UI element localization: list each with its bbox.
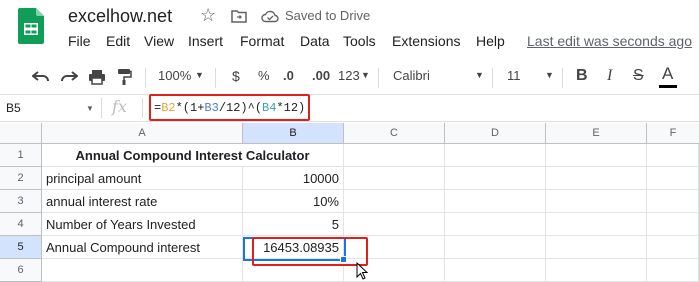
cell-e2[interactable] bbox=[546, 167, 647, 190]
formula-divider bbox=[142, 98, 143, 118]
column-header-a[interactable]: A bbox=[42, 123, 243, 144]
move-folder-icon[interactable] bbox=[231, 9, 247, 23]
font-select[interactable]: Calibri bbox=[393, 68, 430, 83]
cell-a4[interactable]: Number of Years Invested bbox=[42, 213, 243, 236]
result-highlight-box bbox=[252, 237, 368, 266]
cell-f1[interactable] bbox=[647, 144, 699, 167]
font-size-select[interactable]: 11 bbox=[507, 68, 521, 83]
more-formats-button[interactable]: 123 bbox=[338, 68, 360, 83]
formula-highlight-box bbox=[149, 94, 310, 121]
cell-b2[interactable]: 10000 bbox=[243, 167, 344, 190]
italic-button[interactable]: I bbox=[607, 67, 612, 85]
cell-b3[interactable]: 10% bbox=[243, 190, 344, 213]
cell-c2[interactable] bbox=[344, 167, 445, 190]
cell-d5[interactable] bbox=[445, 236, 546, 259]
cell-d3[interactable] bbox=[445, 190, 546, 213]
cell-f4[interactable] bbox=[647, 213, 699, 236]
formula-bar bbox=[0, 94, 699, 122]
row-header-6[interactable]: 6 bbox=[0, 259, 42, 282]
column-header-c[interactable]: C bbox=[344, 123, 445, 144]
mouse-cursor-icon bbox=[356, 262, 369, 280]
document-title[interactable]: excelhow.net bbox=[68, 6, 172, 27]
cell-c3[interactable] bbox=[344, 190, 445, 213]
column-header-e[interactable]: E bbox=[546, 123, 647, 144]
row-header-5[interactable]: 5 bbox=[0, 236, 42, 259]
currency-format-button[interactable]: $ bbox=[232, 68, 240, 84]
increase-decimal-button[interactable]: .00 bbox=[312, 68, 330, 83]
cell-e6[interactable] bbox=[546, 259, 647, 282]
menu-help[interactable]: Help bbox=[476, 33, 505, 49]
row-header-4[interactable]: 4 bbox=[0, 213, 42, 236]
decrease-decimal-button[interactable]: .0 bbox=[283, 68, 294, 83]
strikethrough-button[interactable]: S bbox=[633, 67, 644, 85]
text-color-button[interactable]: A bbox=[662, 64, 673, 84]
cell-d1[interactable] bbox=[445, 144, 546, 167]
menu-extensions[interactable]: Extensions bbox=[392, 33, 460, 49]
menu-format[interactable]: Format bbox=[240, 33, 284, 49]
menu-insert[interactable]: Insert bbox=[188, 33, 223, 49]
zoom-select[interactable]: 100% bbox=[158, 68, 191, 83]
cell-e4[interactable] bbox=[546, 213, 647, 236]
cell-d4[interactable] bbox=[445, 213, 546, 236]
chevron-down-icon[interactable]: ▼ bbox=[86, 104, 94, 113]
percent-format-button[interactable]: % bbox=[258, 68, 270, 83]
cell-c1[interactable] bbox=[344, 144, 445, 167]
menu-tools[interactable]: Tools bbox=[343, 33, 376, 49]
star-icon[interactable]: ☆ bbox=[200, 5, 216, 26]
cell-d6[interactable] bbox=[445, 259, 546, 282]
cell-f3[interactable] bbox=[647, 190, 699, 213]
cell-a3[interactable]: annual interest rate bbox=[42, 190, 243, 213]
cell-a6[interactable] bbox=[42, 259, 243, 282]
formula-divider bbox=[101, 98, 102, 118]
fx-icon: fx bbox=[112, 97, 127, 116]
toolbar-divider bbox=[562, 68, 563, 88]
chevron-down-icon[interactable]: ▼ bbox=[361, 70, 370, 80]
cell-a5[interactable]: Annual Compound interest bbox=[42, 236, 243, 259]
name-box[interactable]: B5 bbox=[6, 101, 21, 115]
cloud-saved-icon[interactable] bbox=[261, 9, 279, 23]
cell-d2[interactable] bbox=[445, 167, 546, 190]
menu-file[interactable]: File bbox=[68, 33, 91, 49]
print-icon[interactable] bbox=[88, 69, 106, 85]
chevron-down-icon[interactable]: ▼ bbox=[475, 70, 484, 80]
toolbar-divider bbox=[378, 68, 379, 88]
toolbar-divider bbox=[492, 68, 493, 88]
paint-format-icon[interactable] bbox=[116, 68, 132, 86]
redo-icon[interactable] bbox=[60, 70, 78, 84]
cell-f6[interactable] bbox=[647, 259, 699, 282]
menu-view[interactable]: View bbox=[144, 33, 174, 49]
column-header-f[interactable]: F bbox=[647, 123, 699, 144]
saved-status: Saved to Drive bbox=[285, 8, 371, 23]
text-color-swatch bbox=[659, 85, 677, 88]
toolbar-divider bbox=[145, 68, 146, 88]
column-header-b[interactable]: B bbox=[243, 123, 344, 144]
cell-f2[interactable] bbox=[647, 167, 699, 190]
cell-a1[interactable]: Annual Compound Interest Calculator bbox=[42, 144, 344, 167]
row-header-3[interactable]: 3 bbox=[0, 190, 42, 213]
cell-c4[interactable] bbox=[344, 213, 445, 236]
chevron-down-icon[interactable]: ▼ bbox=[545, 70, 554, 80]
cell-e3[interactable] bbox=[546, 190, 647, 213]
chevron-down-icon[interactable]: ▼ bbox=[195, 70, 204, 80]
toolbar-divider bbox=[215, 68, 216, 88]
select-all-corner[interactable] bbox=[0, 123, 42, 144]
cell-e5[interactable] bbox=[546, 236, 647, 259]
cell-a2[interactable]: principal amount bbox=[42, 167, 243, 190]
undo-icon[interactable] bbox=[32, 70, 50, 84]
sheets-logo-icon[interactable] bbox=[18, 8, 44, 44]
cell-f5[interactable] bbox=[647, 236, 699, 259]
menu-edit[interactable]: Edit bbox=[106, 33, 130, 49]
bold-button[interactable]: B bbox=[576, 67, 588, 85]
last-edit-link[interactable]: Last edit was seconds ago bbox=[527, 33, 692, 49]
cell-e1[interactable] bbox=[546, 144, 647, 167]
column-header-d[interactable]: D bbox=[445, 123, 546, 144]
row-header-1[interactable]: 1 bbox=[0, 144, 42, 167]
row-header-2[interactable]: 2 bbox=[0, 167, 42, 190]
menu-data[interactable]: Data bbox=[300, 33, 330, 49]
cell-b4[interactable]: 5 bbox=[243, 213, 344, 236]
